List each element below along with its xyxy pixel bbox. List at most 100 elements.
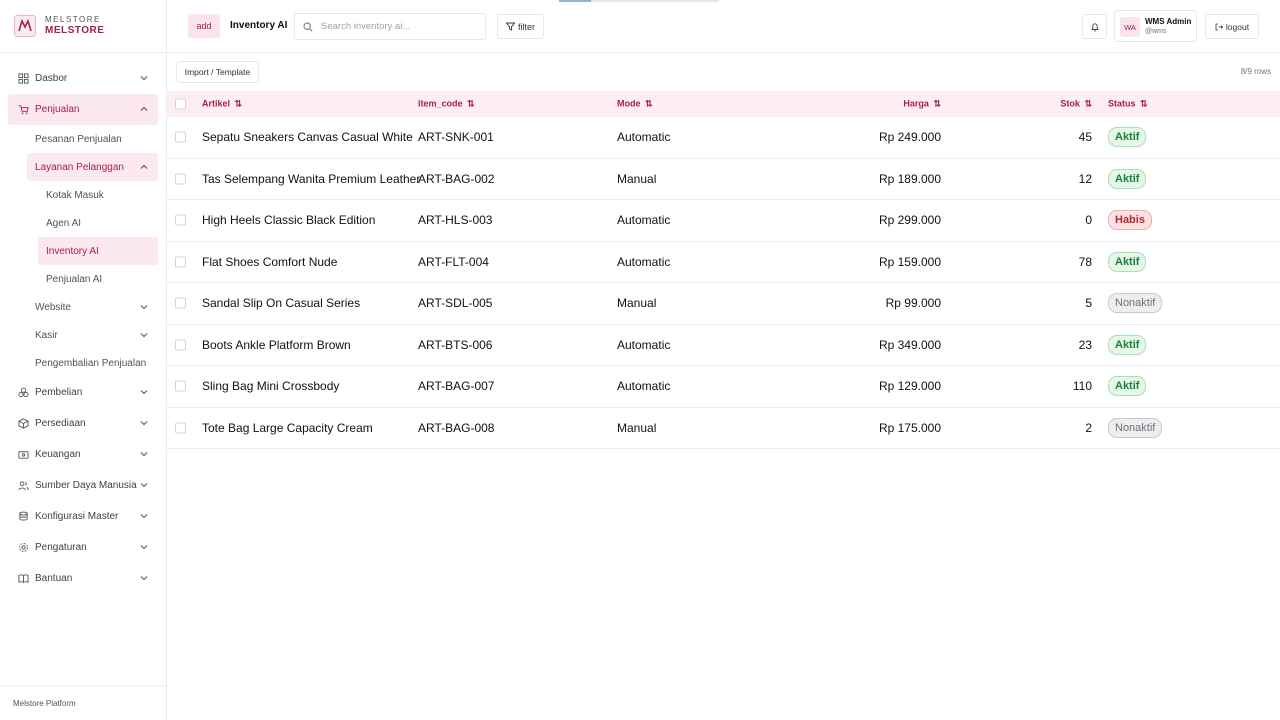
boxes-icon bbox=[17, 387, 29, 399]
sidebar-item-keuangan[interactable]: Keuangan bbox=[0, 439, 166, 470]
user-menu[interactable]: WA WMS Admin @wms bbox=[1114, 10, 1197, 42]
wallet-icon bbox=[17, 449, 29, 461]
chevron-down-icon bbox=[140, 514, 148, 519]
sidebar-item-layanan-pelanggan[interactable]: Layanan Pelanggan bbox=[27, 153, 158, 181]
sidebar-item-label: Pesanan Penjualan bbox=[35, 133, 122, 145]
table-row[interactable]: Flat Shoes Comfort Nude ART-FLT-004 Auto… bbox=[167, 242, 1280, 283]
cell-mode: Automatic bbox=[617, 254, 671, 269]
sidebar-item-penjualan[interactable]: Penjualan bbox=[8, 94, 158, 125]
cell-artikel: Tas Selempang Wanita Premium Leather bbox=[202, 171, 421, 186]
select-all-checkbox[interactable] bbox=[175, 98, 186, 110]
import-template-button[interactable]: Import / Template bbox=[176, 61, 259, 83]
search-input[interactable] bbox=[321, 21, 481, 32]
table-row[interactable]: Sling Bag Mini Crossbody ART-BAG-007 Aut… bbox=[167, 366, 1280, 408]
cell-stok: 5 bbox=[1085, 296, 1092, 311]
sidebar-item-kotak-masuk[interactable]: Kotak Masuk bbox=[0, 181, 166, 209]
cell-harga: Rp 249.000 bbox=[878, 130, 941, 145]
cell-artikel: Tote Bag Large Capacity Cream bbox=[202, 420, 373, 435]
cell-mode: Automatic bbox=[617, 130, 671, 145]
cell-mode: Automatic bbox=[617, 379, 671, 394]
row-checkbox[interactable] bbox=[175, 131, 186, 143]
sidebar-item-penjualan-ai[interactable]: Penjualan AI bbox=[0, 265, 166, 293]
column-header-harga[interactable]: Harga ⇅ bbox=[903, 99, 941, 110]
sidebar-item-dasbor[interactable]: Dasbor bbox=[0, 63, 166, 94]
table-row[interactable]: High Heels Classic Black Edition ART-HLS… bbox=[167, 200, 1280, 242]
sidebar-item-label: Bantuan bbox=[35, 573, 73, 584]
status-badge: Habis bbox=[1108, 210, 1152, 231]
sidebar-item-inventory-ai[interactable]: Inventory AI bbox=[38, 237, 158, 265]
sidebar-item-label: Website bbox=[35, 301, 71, 313]
column-header-artikel[interactable]: Artikel ⇅ bbox=[202, 99, 242, 110]
cell-harga: Rp 159.000 bbox=[878, 254, 941, 269]
brand-logo-icon bbox=[14, 15, 36, 37]
column-header-stok[interactable]: Stok ⇅ bbox=[1060, 99, 1092, 110]
logout-button[interactable]: logout bbox=[1205, 14, 1259, 39]
sidebar-item-sumber-daya-manusia[interactable]: Sumber Daya Manusia bbox=[0, 470, 166, 501]
cell-artikel: Boots Ankle Platform Brown bbox=[202, 337, 351, 352]
sort-icon: ⇅ bbox=[234, 98, 243, 109]
sort-icon: ⇅ bbox=[1140, 98, 1148, 109]
bell-icon bbox=[1090, 22, 1099, 32]
user-handle: @wms bbox=[1145, 28, 1167, 35]
column-header-status[interactable]: Status ⇅ bbox=[1108, 99, 1148, 110]
search-icon bbox=[303, 21, 313, 32]
cell-mode: Manual bbox=[617, 171, 657, 186]
cell-status: Aktif bbox=[1108, 168, 1147, 189]
sidebar-item-website[interactable]: Website bbox=[0, 293, 166, 321]
status-badge: Aktif bbox=[1108, 334, 1147, 355]
sidebar-item-pesanan-penjualan[interactable]: Pesanan Penjualan bbox=[0, 125, 166, 153]
sidebar-item-label: Penjualan bbox=[35, 104, 80, 115]
table-row[interactable]: Sandal Slip On Casual Series ART-SDL-005… bbox=[167, 283, 1280, 325]
row-checkbox[interactable] bbox=[175, 214, 186, 226]
table-row[interactable]: Tote Bag Large Capacity Cream ART-BAG-00… bbox=[167, 408, 1280, 449]
notification-button[interactable] bbox=[1082, 14, 1107, 39]
cell-item-code: ART-SNK-001 bbox=[418, 130, 494, 145]
filter-button[interactable]: filter bbox=[497, 14, 544, 39]
sidebar-item-konfigurasi-master[interactable]: Konfigurasi Master bbox=[0, 501, 166, 532]
row-checkbox[interactable] bbox=[175, 380, 186, 392]
sidebar-item-kasir[interactable]: Kasir bbox=[0, 321, 166, 349]
sidebar-item-bantuan[interactable]: Bantuan bbox=[0, 563, 166, 594]
sidebar-item-agen-ai[interactable]: Agen AI bbox=[0, 209, 166, 237]
sidebar-item-label: Pembelian bbox=[35, 387, 83, 398]
add-button[interactable]: add bbox=[188, 14, 220, 38]
table-row[interactable]: Boots Ankle Platform Brown ART-BTS-006 A… bbox=[167, 325, 1280, 366]
status-badge: Aktif bbox=[1108, 376, 1147, 397]
cell-status: Aktif bbox=[1108, 127, 1147, 148]
cell-mode: Manual bbox=[617, 420, 657, 435]
table-row[interactable]: Sepatu Sneakers Canvas Casual White ART-… bbox=[167, 117, 1280, 159]
chevron-down-icon bbox=[140, 452, 148, 457]
search-box[interactable] bbox=[294, 13, 486, 40]
cell-mode: Automatic bbox=[617, 337, 671, 352]
row-checkbox[interactable] bbox=[175, 173, 186, 185]
cell-harga: Rp 349.000 bbox=[878, 337, 941, 352]
column-header-mode[interactable]: Mode ⇅ bbox=[617, 99, 653, 110]
chevron-down-icon bbox=[140, 576, 148, 581]
cell-item-code: ART-SDL-005 bbox=[418, 296, 493, 311]
column-header-item-code[interactable]: item_code ⇅ bbox=[418, 99, 475, 110]
cell-stok: 23 bbox=[1078, 337, 1092, 352]
sidebar-item-label: Layanan Pelanggan bbox=[35, 161, 124, 173]
sidebar-nav: Dasbor Penjualan Pesanan Penjualan Layan… bbox=[0, 53, 166, 594]
sidebar-item-pengembalian-penjualan[interactable]: Pengembalian Penjualan bbox=[0, 349, 166, 377]
cell-harga: Rp 189.000 bbox=[878, 171, 941, 186]
sidebar-item-persediaan[interactable]: Persediaan bbox=[0, 408, 166, 439]
row-checkbox[interactable] bbox=[175, 256, 186, 268]
cell-item-code: ART-BAG-008 bbox=[418, 420, 495, 435]
sidebar-item-pengaturan[interactable]: Pengaturan bbox=[0, 532, 166, 563]
cell-item-code: ART-HLS-003 bbox=[418, 213, 493, 228]
cell-harga: Rp 299.000 bbox=[878, 213, 941, 228]
sort-icon: ⇅ bbox=[645, 98, 653, 109]
chevron-down-icon bbox=[140, 390, 148, 395]
cell-harga: Rp 175.000 bbox=[878, 420, 941, 435]
sidebar: MELSTORE MELSTORE Dasbor Penjualan Pesan… bbox=[0, 0, 167, 720]
cell-status: Nonaktif bbox=[1108, 417, 1163, 438]
row-checkbox[interactable] bbox=[175, 339, 186, 351]
table-row[interactable]: Tas Selempang Wanita Premium Leather ART… bbox=[167, 159, 1280, 200]
cell-item-code: ART-FLT-004 bbox=[418, 254, 489, 269]
row-checkbox[interactable] bbox=[175, 297, 186, 309]
row-checkbox[interactable] bbox=[175, 422, 186, 434]
sidebar-item-label: Agen AI bbox=[46, 217, 82, 229]
brand[interactable]: MELSTORE MELSTORE bbox=[0, 0, 166, 53]
sidebar-item-pembelian[interactable]: Pembelian bbox=[0, 377, 166, 408]
